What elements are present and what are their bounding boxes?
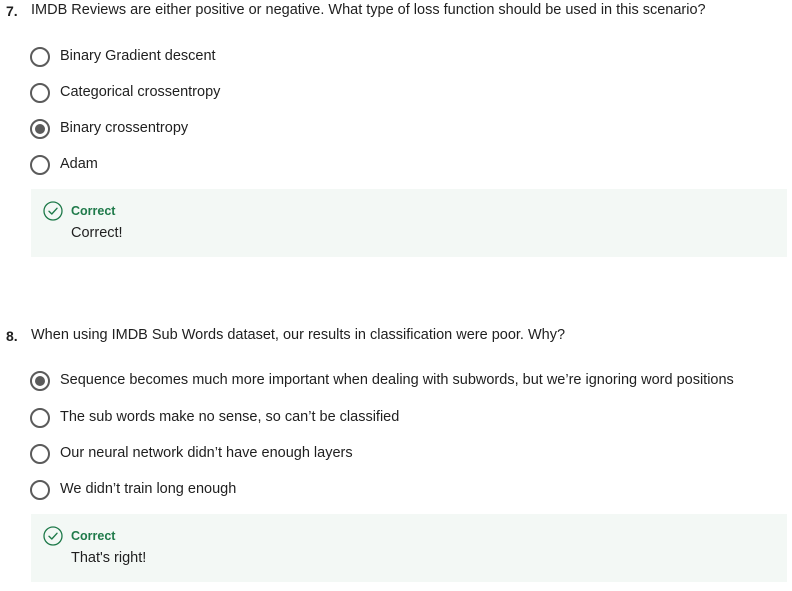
question-8: 8. When using IMDB Sub Words dataset, ou… <box>0 325 792 591</box>
radio-button[interactable] <box>30 155 50 175</box>
question-header: 8. When using IMDB Sub Words dataset, ou… <box>0 325 792 347</box>
feedback-box: Correct That's right! <box>31 514 787 582</box>
option-label: Categorical crossentropy <box>60 84 221 100</box>
option-label: We didn’t train long enough <box>60 481 237 497</box>
option-label: Binary crossentropy <box>60 120 189 136</box>
radio-button-selected[interactable] <box>30 371 50 391</box>
feedback-status: Correct <box>71 529 116 543</box>
option-label: The sub words make no sense, so can’t be… <box>60 409 400 425</box>
answer-option[interactable]: Adam <box>30 153 790 177</box>
radio-button[interactable] <box>30 83 50 103</box>
option-label: Our neural network didn’t have enough la… <box>60 445 353 461</box>
question-number: 8. <box>6 328 18 344</box>
check-circle-icon <box>43 201 63 221</box>
question-header: 7. IMDB Reviews are either positive or n… <box>0 0 792 22</box>
answer-option[interactable]: We didn’t train long enough <box>30 478 790 502</box>
radio-button[interactable] <box>30 47 50 67</box>
option-label: Binary Gradient descent <box>60 48 216 64</box>
radio-button[interactable] <box>30 408 50 428</box>
answer-option[interactable]: Sequence becomes much more important whe… <box>30 369 790 393</box>
feedback-box: Correct Correct! <box>31 189 787 257</box>
answer-option[interactable]: Binary crossentropy <box>30 117 790 141</box>
radio-button-selected[interactable] <box>30 119 50 139</box>
answer-option[interactable]: Categorical crossentropy <box>30 81 790 105</box>
check-circle-icon <box>43 526 63 546</box>
question-text: IMDB Reviews are either positive or nega… <box>31 2 706 18</box>
radio-button[interactable] <box>30 444 50 464</box>
question-7: 7. IMDB Reviews are either positive or n… <box>0 0 792 260</box>
feedback-message: That's right! <box>71 550 147 566</box>
radio-button[interactable] <box>30 480 50 500</box>
option-label: Sequence becomes much more important whe… <box>60 372 734 388</box>
question-text: When using IMDB Sub Words dataset, our r… <box>31 327 566 343</box>
quiz-page: 7. IMDB Reviews are either positive or n… <box>0 0 792 591</box>
answer-option[interactable]: The sub words make no sense, so can’t be… <box>30 406 790 430</box>
answer-option[interactable]: Binary Gradient descent <box>30 45 790 69</box>
question-number: 7. <box>6 3 18 19</box>
option-label: Adam <box>60 156 98 172</box>
feedback-message: Correct! <box>71 225 123 241</box>
answer-option[interactable]: Our neural network didn’t have enough la… <box>30 442 790 466</box>
feedback-status: Correct <box>71 204 116 218</box>
